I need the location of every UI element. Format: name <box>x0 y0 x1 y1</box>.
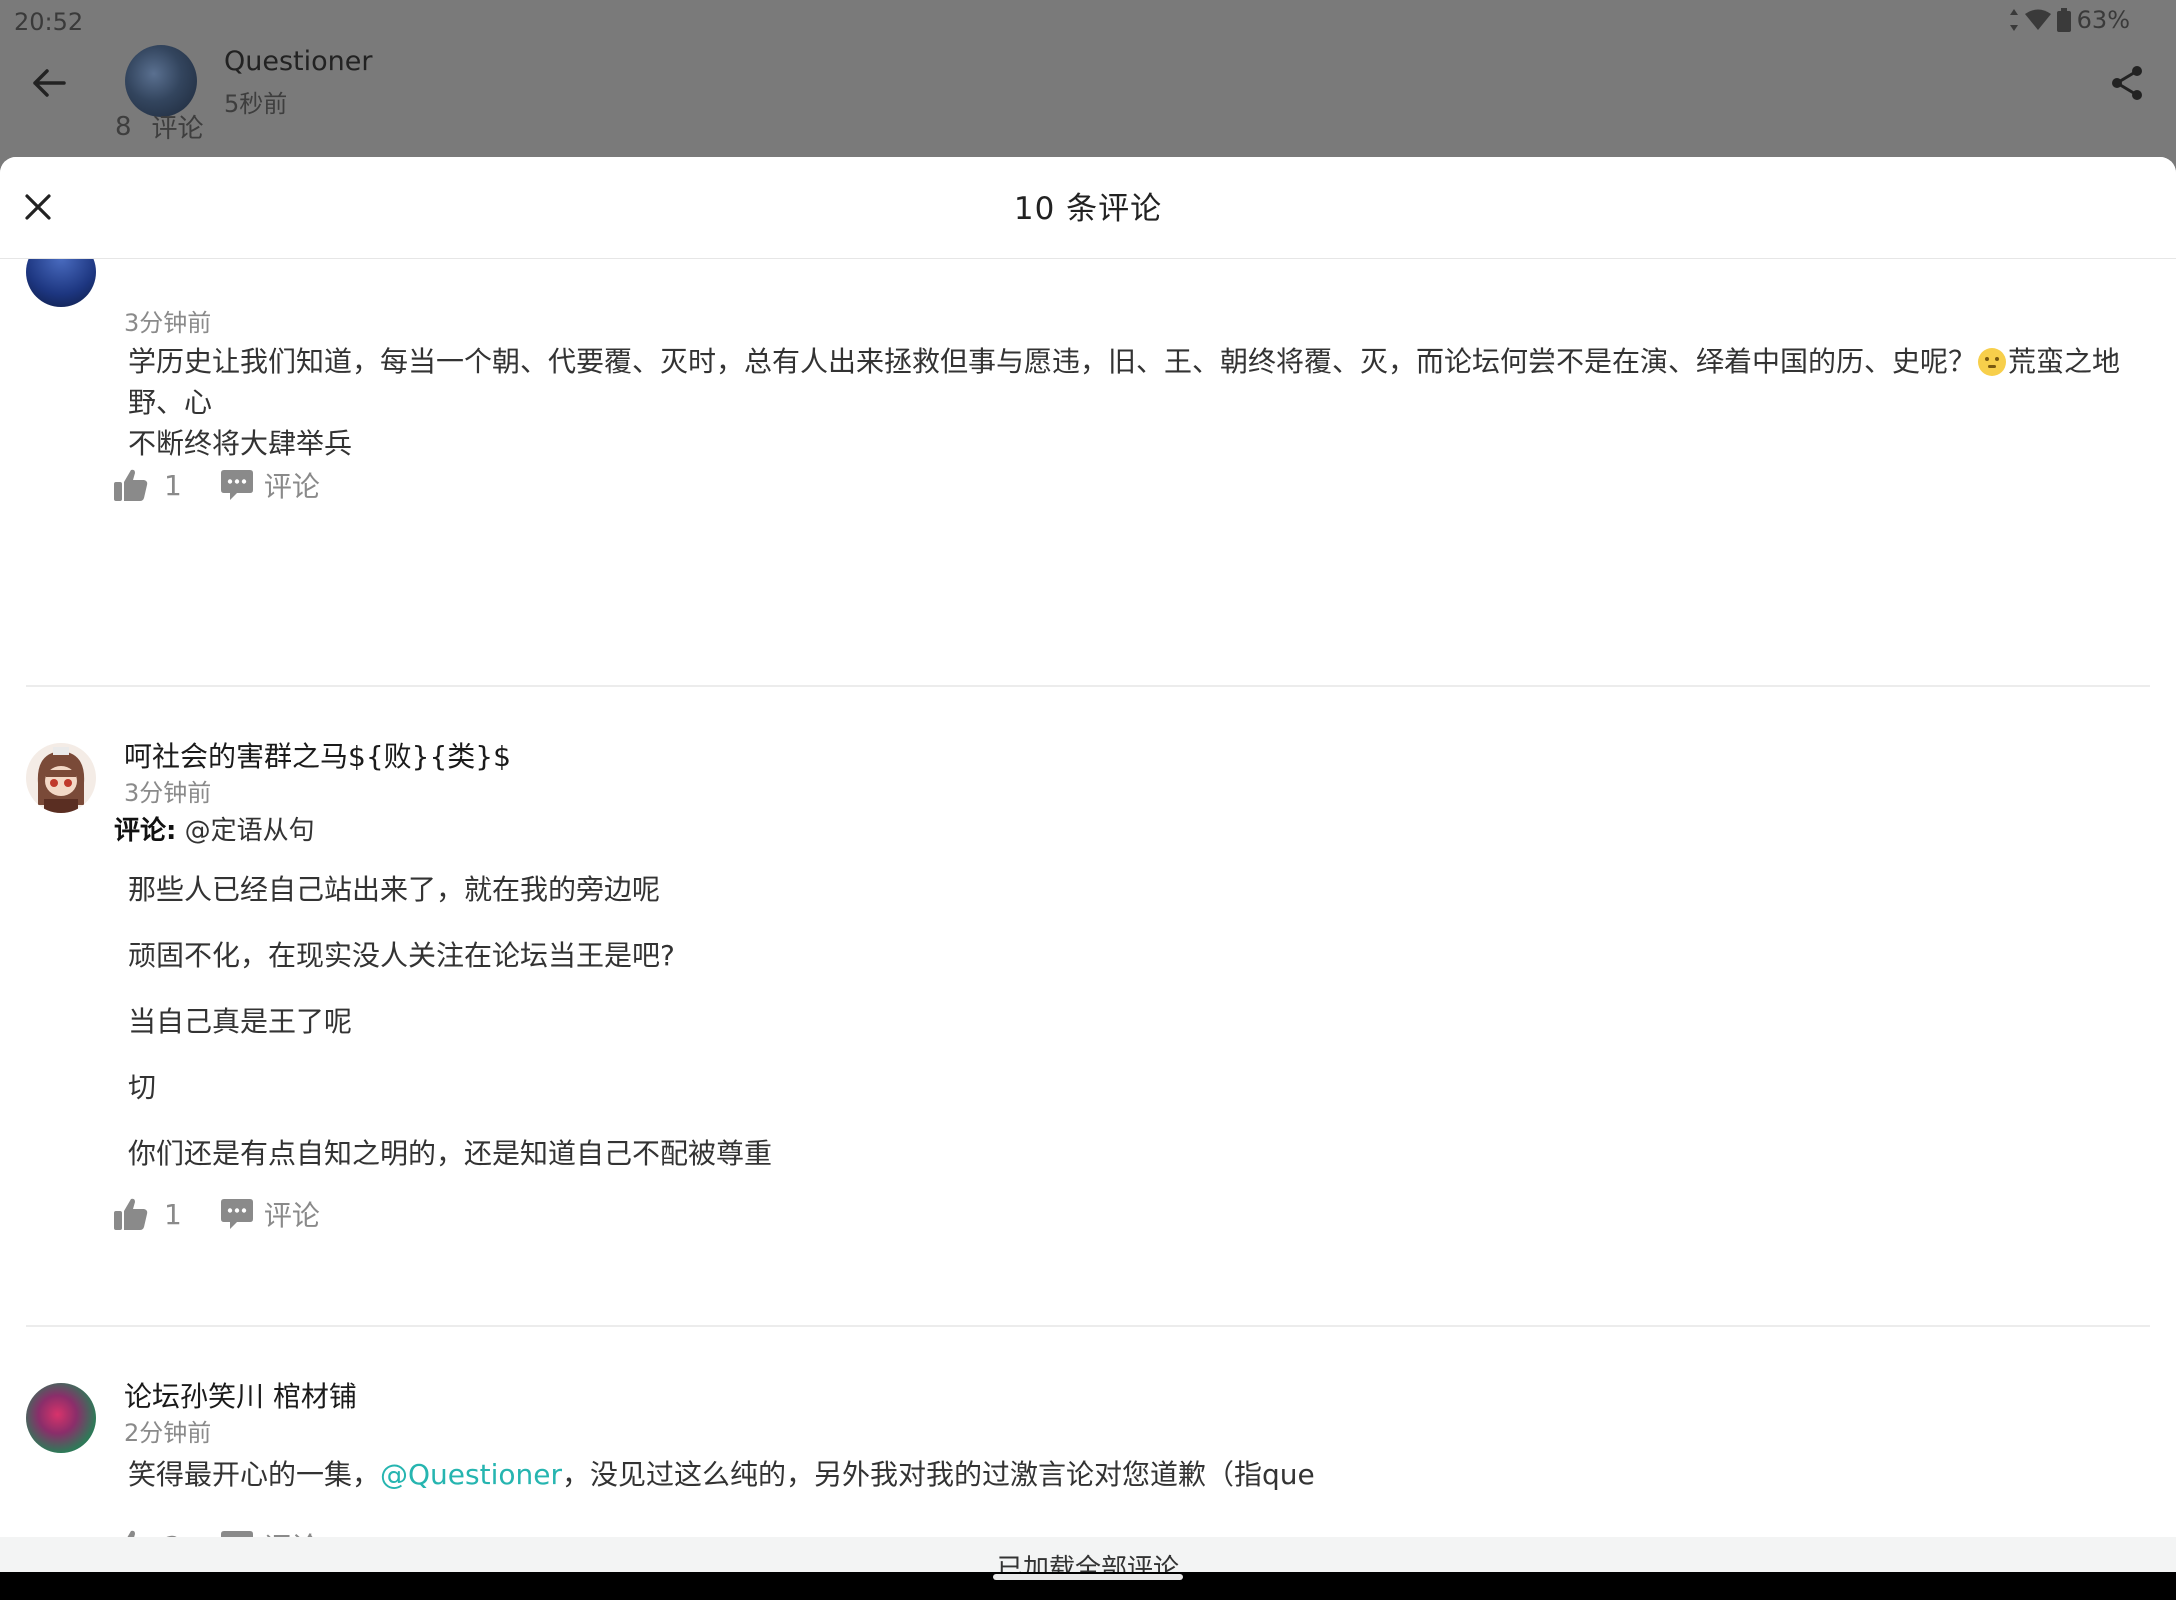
commenter-avatar[interactable] <box>26 259 96 307</box>
reply-label: 评论 <box>263 1199 320 1232</box>
anime-avatar-icon <box>37 747 85 813</box>
reply-reference: 评论: @定语从句 <box>114 810 315 847</box>
like-count: 1 <box>164 1197 182 1231</box>
reply-button[interactable]: 评论 <box>220 465 320 505</box>
commenter-avatar[interactable] <box>26 743 96 813</box>
battery-icon <box>2056 8 2071 32</box>
wifi-icon <box>2024 9 2051 30</box>
post-actions: 8 评论 <box>115 108 204 145</box>
home-gesture-handle[interactable] <box>993 1574 1183 1580</box>
comment-time: 3分钟前 <box>124 309 212 337</box>
comment-line: 顽固不化，在现实没人关注在论坛当王是吧? <box>128 939 675 972</box>
comment-item: 呵社会的害群之马${败}{类}$ 3分钟前 评论: @定语从句 那些人已经自己站… <box>0 687 2176 1427</box>
comment-text-line2: 不断终将大肆举兵 <box>128 427 353 460</box>
comment-list[interactable]: 3分钟前 学历史让我们知道，每当一个朝、代要覆、灭时，总有人出来拯救但事与愿违，… <box>0 259 2176 1539</box>
share-button[interactable] <box>2104 60 2150 106</box>
comment-bubble-icon <box>220 470 253 500</box>
commenter-name[interactable]: 论坛孙笑川 棺材铺 <box>124 1375 357 1415</box>
status-time: 20:52 <box>14 8 84 36</box>
reply-label-prefix: 评论: <box>114 816 177 846</box>
comment-text: 学历史让我们知道，每当一个朝、代要覆、灭时，总有人出来拯救但事与愿违，旧、王、朝… <box>128 345 1977 378</box>
share-icon <box>2112 66 2142 100</box>
sheet-header: 10 条评论 <box>0 157 2176 259</box>
comment-line: 那些人已经自己站出来了，就在我的旁边呢 <box>128 873 661 906</box>
comment-item: 论坛孙笑川 棺材铺 2分钟前 笑得最开心的一集，@Questioner，没见过这… <box>0 1327 2176 1539</box>
comment-text: 笑得最开心的一集， <box>128 1458 381 1491</box>
signal-arrows-icon <box>2009 9 2018 31</box>
comments-sheet: 10 条评论 3分钟前 学历史让我们知道，每当一个朝、代要覆、灭时，总有人出来拯… <box>0 157 2176 1600</box>
post-time: 5秒前 <box>224 90 288 118</box>
thumbs-up-icon <box>114 469 148 501</box>
reply-button[interactable]: 评论 <box>220 1194 320 1234</box>
post-like-count[interactable]: 8 <box>115 112 132 142</box>
comment-actions: 1 评论 <box>114 1192 320 1236</box>
sheet-title: 10 条评论 <box>1013 191 1163 227</box>
comment-item: 3分钟前 学历史让我们知道，每当一个朝、代要覆、灭时，总有人出来拯救但事与愿违，… <box>0 259 2176 639</box>
status-icons: 63% <box>2009 6 2130 34</box>
back-button[interactable] <box>26 60 72 106</box>
like-button[interactable]: 1 <box>114 1197 182 1231</box>
status-bar: 20:52 63% <box>0 0 2176 44</box>
mention-link[interactable]: @Questioner <box>380 1458 562 1491</box>
reply-label: 评论 <box>263 470 320 503</box>
comment-body: 那些人已经自己站出来了，就在我的旁边呢 顽固不化，在现实没人关注在论坛当王是吧?… <box>128 869 2138 1175</box>
comment-body: 学历史让我们知道，每当一个朝、代要覆、灭时，总有人出来拯救但事与愿违，旧、王、朝… <box>128 341 2138 464</box>
reply-target[interactable]: @定语从句 <box>185 816 315 846</box>
comment-time: 2分钟前 <box>124 1419 212 1447</box>
thumbs-up-icon <box>114 1198 148 1230</box>
comment-time: 3分钟前 <box>124 779 212 807</box>
like-count: 1 <box>164 468 182 502</box>
comment-line: 当自己真是王了呢 <box>128 1005 353 1038</box>
post-comment-label[interactable]: 评论 <box>152 108 204 145</box>
comment-line: 你们还是有点自知之明的，还是知道自己不配被尊重 <box>128 1137 773 1170</box>
commenter-name[interactable]: 呵社会的害群之马${败}{类}$ <box>124 735 511 775</box>
like-button[interactable]: 1 <box>114 468 182 502</box>
author-name[interactable]: Questioner <box>224 46 372 77</box>
commenter-avatar[interactable] <box>26 1383 96 1453</box>
shushing-emoji-icon <box>1978 348 2007 376</box>
comment-body: 笑得最开心的一集，@Questioner，没见过这么纯的，另外我对我的过激言论对… <box>128 1454 2138 1495</box>
post-header: Questioner 5秒前 <box>0 40 2176 160</box>
comment-text-cont: ，没见过这么纯的，另外我对我的过激言论对您道歉（指que <box>562 1458 1315 1491</box>
comment-line: 切 <box>128 1071 157 1104</box>
comment-bubble-icon <box>220 1199 253 1229</box>
author-avatar[interactable] <box>125 45 197 117</box>
system-nav-bar <box>0 1572 2176 1600</box>
back-arrow-icon <box>33 69 66 97</box>
comment-actions: 1 评论 <box>114 463 320 507</box>
battery-percent: 63% <box>2076 6 2130 34</box>
